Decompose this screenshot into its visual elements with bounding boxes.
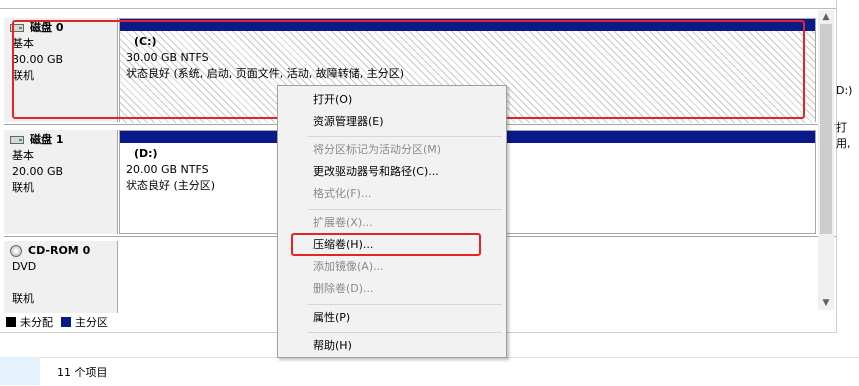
menu-separator [308, 136, 502, 137]
menu-item-change-drive-letter[interactable]: 更改驱动器号和路径(C)... [313, 162, 503, 182]
hard-disk-icon [10, 136, 24, 144]
menu-item-delete-volume[interactable]: 删除卷(D)... [313, 279, 503, 299]
status-bar-accent [0, 357, 40, 385]
vertical-scrollbar[interactable]: ▲ ▼ [818, 10, 834, 310]
menu-item-mark-active[interactable]: 将分区标记为活动分区(M) [313, 140, 503, 160]
context-menu: 打开(O) 资源管理器(E) 将分区标记为活动分区(M) 更改驱动器号和路径(C… [277, 85, 507, 358]
legend-unallocated: 未分配 [20, 316, 53, 329]
legend-primary: 主分区 [75, 316, 108, 329]
menu-item-extend-volume[interactable]: 扩展卷(X)... [313, 213, 503, 233]
menu-item-open[interactable]: 打开(O) [313, 90, 503, 110]
highlight-shrink-volume [291, 233, 481, 256]
cdrom-0-title: CD-ROM 0 [28, 244, 91, 257]
right-panel-fragment-b: 打用, [836, 121, 851, 150]
menu-item-explorer[interactable]: 资源管理器(E) [313, 112, 503, 132]
status-item-count: 11 个项目 [57, 366, 108, 379]
cd-rom-icon [10, 245, 22, 257]
top-divider [0, 8, 836, 9]
menu-item-format[interactable]: 格式化(F)... [313, 184, 503, 204]
menu-separator [308, 332, 502, 333]
legend: 未分配 主分区 [6, 314, 108, 330]
menu-separator [308, 304, 502, 305]
menu-item-help[interactable]: 帮助(H) [313, 336, 503, 356]
right-panel-fragment-a: D:) [836, 84, 853, 97]
disk-1-status: 联机 [12, 181, 34, 194]
disk-1-title-row: 磁盘 1 [10, 132, 117, 148]
cdrom-0-type: DVD [12, 260, 37, 273]
cdrom-0-status: 联机 [12, 292, 34, 305]
disk-1-type: 基本 [12, 149, 34, 162]
scroll-up-icon[interactable]: ▲ [818, 10, 834, 24]
disk-1-size: 20.00 GB [12, 165, 64, 178]
cdrom-0-title-row: CD-ROM 0 [10, 243, 117, 259]
scrollbar-thumb[interactable] [820, 24, 832, 234]
status-bar [0, 357, 859, 386]
unallocated-swatch [6, 317, 16, 327]
primary-swatch [61, 317, 71, 327]
scroll-down-icon[interactable]: ▼ [818, 296, 834, 310]
menu-separator [308, 209, 502, 210]
disk-1-label[interactable]: 磁盘 1 基本 20.00 GB 联机 [4, 130, 118, 234]
cdrom-0-label[interactable]: CD-ROM 0 DVD 联机 [4, 241, 118, 313]
disk-1-title: 磁盘 1 [30, 133, 64, 146]
menu-item-add-mirror[interactable]: 添加镜像(A)... [313, 257, 503, 277]
menu-item-properties[interactable]: 属性(P) [313, 308, 503, 328]
